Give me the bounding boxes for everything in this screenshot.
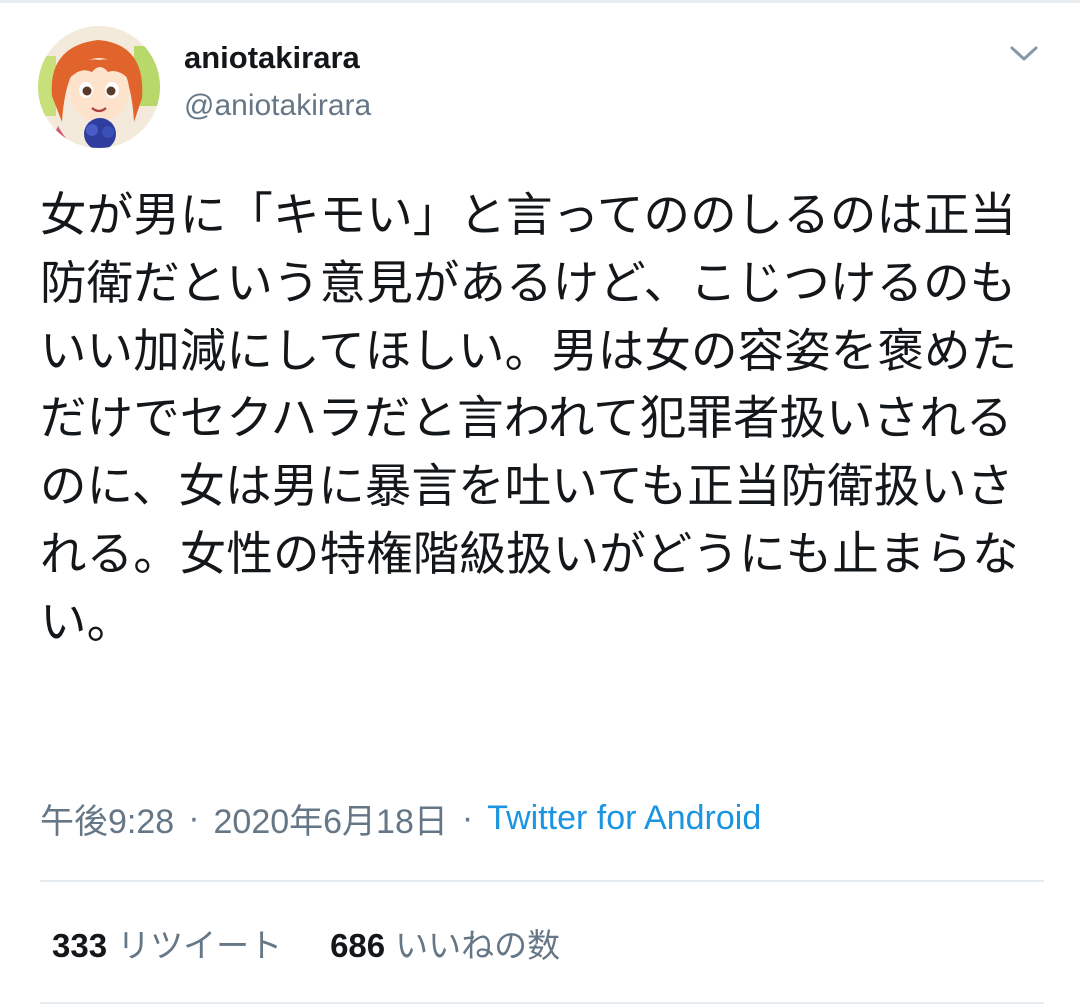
stats-divider [40,880,1044,882]
meta-separator: · [188,798,200,837]
meta-separator: · [461,798,474,837]
tweet-date[interactable]: 2020年6月18日 [214,794,448,843]
display-name[interactable]: aniotakirara [184,38,360,78]
tweet-meta: 午後9:28 · 2020年6月18日 · Twitter for Androi… [40,794,761,842]
tweet-source-link[interactable]: Twitter for Android [487,799,761,838]
retweet-label: リツイート [117,927,283,964]
tweet-time[interactable]: 午後9:28 [40,794,174,843]
retweets-stat[interactable]: 333 リツイート [52,919,282,967]
likes-stat[interactable]: 686 いいねの数 [330,919,560,967]
tweet-text: 女が男に「キモい」と言ってののしるのは正当防衛だという意見があるけど、こじつける… [40,188,1019,649]
tweet-stats: 333 リツイート 686 いいねの数 [52,918,560,968]
avatar[interactable] [38,26,160,148]
user-handle[interactable]: @aniotakirara [184,86,371,126]
retweet-count: 333 [52,927,108,964]
avatar-icon [38,26,160,148]
tweet-menu-button[interactable] [1002,36,1046,72]
like-label: いいねの数 [395,927,561,964]
bottom-divider [40,1002,1044,1004]
like-count: 686 [330,927,386,964]
chevron-down-icon [1010,46,1038,61]
top-divider [0,0,1080,3]
